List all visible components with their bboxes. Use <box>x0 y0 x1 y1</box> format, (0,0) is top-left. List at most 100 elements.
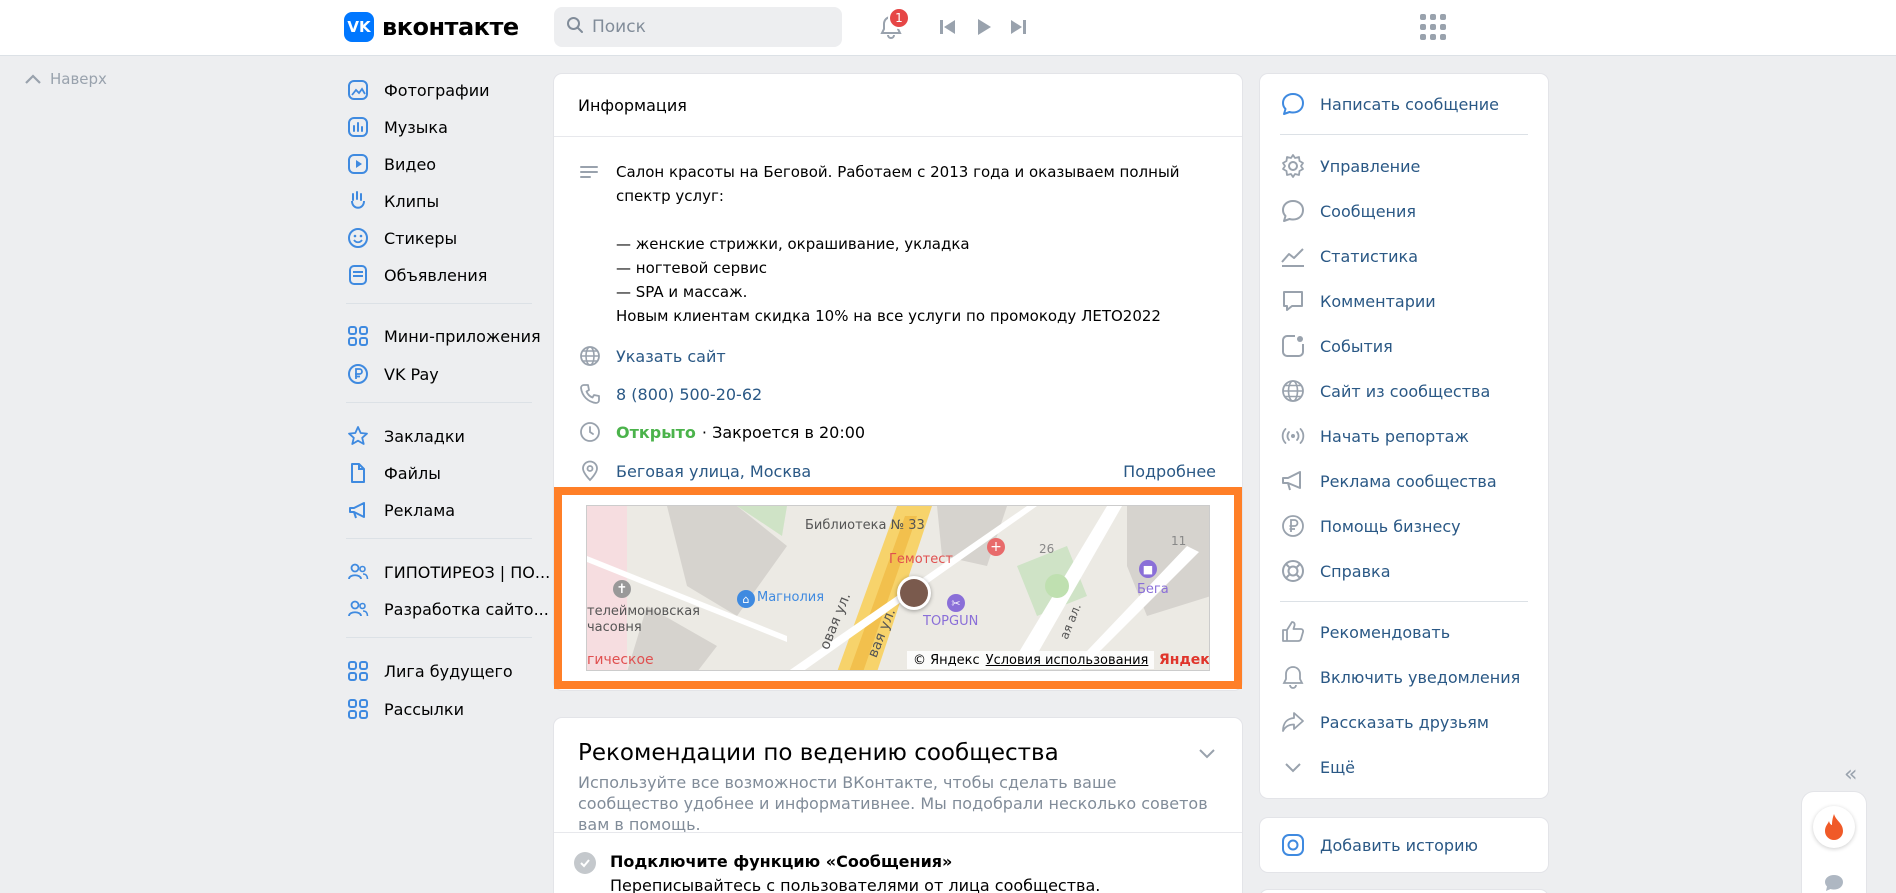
menu-item-comments[interactable]: Комментарии <box>1280 283 1540 319</box>
mini-apps-icon <box>346 659 370 683</box>
vk-logo-badge: VK <box>344 12 374 42</box>
menu-item-label: Управление <box>1320 156 1421 176</box>
menu-item-share[interactable]: Рассказать друзьям <box>1280 704 1540 740</box>
open-status: Открыто <box>616 422 696 442</box>
nav-item-stickers[interactable]: Стикеры <box>346 220 536 256</box>
nav-item-music[interactable]: Музыка <box>346 109 536 145</box>
write-message-button[interactable]: Написать сообщение <box>1280 86 1540 122</box>
menu-item-manage[interactable]: Управление <box>1280 148 1540 184</box>
previous-track-button[interactable] <box>936 16 960 38</box>
menu-item-business-help[interactable]: Помощь бизнесу <box>1280 508 1540 544</box>
nav-item-label: Стикеры <box>384 228 458 248</box>
play-button[interactable] <box>972 16 996 38</box>
next-track-button[interactable] <box>1006 16 1030 38</box>
phone-row[interactable]: 8 (800) 500-20-62 <box>578 380 762 408</box>
map-label-gemotest: Гемотест <box>889 552 953 567</box>
group-icon <box>346 560 370 584</box>
nav-item-vk-pay[interactable]: VK Pay <box>346 356 536 392</box>
nav-item-ads[interactable]: Реклама <box>346 492 536 528</box>
nav-item-group-webdev[interactable]: Разработка сайто... <box>346 591 549 627</box>
recommendation-item-description: Переписывайтесь с пользователями от лица… <box>610 876 1101 893</box>
menu-item-help[interactable]: Справка <box>1280 553 1540 589</box>
community-location-marker[interactable] <box>897 576 931 610</box>
chevron-down-icon[interactable] <box>1198 744 1216 763</box>
shop-pin-icon[interactable]: ⌂ <box>737 590 755 608</box>
nav-divider <box>346 303 532 304</box>
yandex-map[interactable]: Библиотека № 33 Гемотест + телеймоновска… <box>586 505 1210 671</box>
vk-logo-text: вконтакте <box>382 13 519 41</box>
chat-bubble-icon[interactable] <box>1824 874 1844 893</box>
notifications-count-badge: 1 <box>888 7 910 29</box>
menu-item-label: Помощь бизнесу <box>1320 516 1461 536</box>
website-link[interactable]: Указать сайт <box>616 347 726 366</box>
menu-item-messages[interactable]: Сообщения <box>1280 193 1540 229</box>
apps-grid-icon[interactable] <box>1420 14 1446 40</box>
nav-item-label: Лига будущего <box>384 661 513 681</box>
nav-item-mailings[interactable]: Рассылки <box>346 691 536 727</box>
menu-item-broadcast[interactable]: Начать репортаж <box>1280 418 1540 454</box>
menu-item-label: Реклама сообщества <box>1320 471 1497 491</box>
address-link[interactable]: Беговая улица, Москва <box>616 462 811 481</box>
menu-item-site[interactable]: Сайт из сообщества <box>1280 373 1540 409</box>
floating-widget-panel <box>1802 792 1866 893</box>
nav-item-bookmarks[interactable]: Закладки <box>346 418 536 454</box>
menu-item-events[interactable]: События <box>1280 328 1540 364</box>
vk-pay-icon <box>346 362 370 386</box>
phone-link[interactable]: 8 (800) 500-20-62 <box>616 385 762 404</box>
recommendations-divider <box>554 832 1242 833</box>
nav-item-files[interactable]: Файлы <box>346 455 536 491</box>
map-label-house-26: 26 <box>1039 542 1055 556</box>
music-icon <box>346 115 370 139</box>
nav-item-label: Фотографии <box>384 80 490 100</box>
hotel-pin-icon[interactable]: ■ <box>1139 560 1157 578</box>
nav-item-classifieds[interactable]: Объявления <box>346 257 536 293</box>
scissors-pin-icon[interactable]: ✂ <box>947 594 965 612</box>
back-to-top-button[interactable]: Наверх <box>24 70 107 88</box>
bell-icon <box>1280 664 1306 690</box>
more-details-link[interactable]: Подробнее <box>1123 462 1216 481</box>
nav-item-group-hypothyroid[interactable]: ГИПОТИРЕОЗ | ПО... <box>346 554 550 590</box>
check-icon <box>574 852 596 874</box>
menu-item-label: Включить уведомления <box>1320 667 1521 687</box>
map-terms-link[interactable]: Условия использования <box>986 653 1149 668</box>
map-label-magnolia: Магнолия <box>757 590 825 605</box>
recommendations-description: Используйте все возможности ВКонтакте, ч… <box>578 773 1208 834</box>
nav-item-mini-apps[interactable]: Мини-приложения <box>346 318 541 354</box>
nav-divider <box>346 538 532 539</box>
medical-pin-icon[interactable]: + <box>987 538 1005 556</box>
menu-item-community-ads[interactable]: Реклама сообщества <box>1280 463 1540 499</box>
top-header: VK вконтакте 1 <box>0 0 1896 56</box>
nav-item-liga[interactable]: Лига будущего <box>346 653 536 689</box>
church-pin-icon[interactable]: ✝ <box>613 580 631 598</box>
app-widget-button[interactable] <box>1813 806 1855 848</box>
nav-item-label: Рассылки <box>384 699 464 719</box>
broadcast-icon <box>1280 423 1306 449</box>
menu-item-more[interactable]: Ещё <box>1280 749 1540 785</box>
add-story-button[interactable]: Добавить историю <box>1280 827 1540 863</box>
website-row[interactable]: Указать сайт <box>578 342 726 370</box>
nav-item-video[interactable]: Видео <box>346 146 536 182</box>
next-icon <box>1011 20 1026 34</box>
flame-icon <box>1825 814 1843 840</box>
back-to-top-label: Наверх <box>50 70 107 88</box>
nav-item-clips[interactable]: Клипы <box>346 183 536 219</box>
menu-item-label: Начать репортаж <box>1320 426 1469 446</box>
recommendation-item-title[interactable]: Подключите функцию «Сообщения» <box>610 852 952 871</box>
community-actions-menu: Написать сообщение Управление Сообщения … <box>1260 74 1548 798</box>
nav-item-photos[interactable]: Фотографии <box>346 72 536 108</box>
vk-logo[interactable]: VK вконтакте <box>344 12 519 42</box>
map-highlight-frame: Библиотека № 33 Гемотест + телеймоновска… <box>554 487 1242 689</box>
collapse-panel-icon[interactable]: « <box>1844 762 1857 787</box>
menu-item-statistics[interactable]: Статистика <box>1280 238 1540 274</box>
map-copyright: © Яндекс <box>913 652 980 668</box>
chat-icon <box>1280 198 1306 224</box>
share-icon <box>1280 709 1306 735</box>
search-input[interactable] <box>592 17 822 37</box>
address-row[interactable]: Беговая улица, Москва <box>578 457 811 485</box>
menu-item-label: Рассказать друзьям <box>1320 712 1489 732</box>
lifebuoy-icon <box>1280 558 1306 584</box>
menu-item-recommend[interactable]: Рекомендовать <box>1280 614 1540 650</box>
menu-item-enable-notifications[interactable]: Включить уведомления <box>1280 659 1540 695</box>
chevron-down-icon <box>1280 754 1306 780</box>
search-box[interactable] <box>554 7 842 47</box>
